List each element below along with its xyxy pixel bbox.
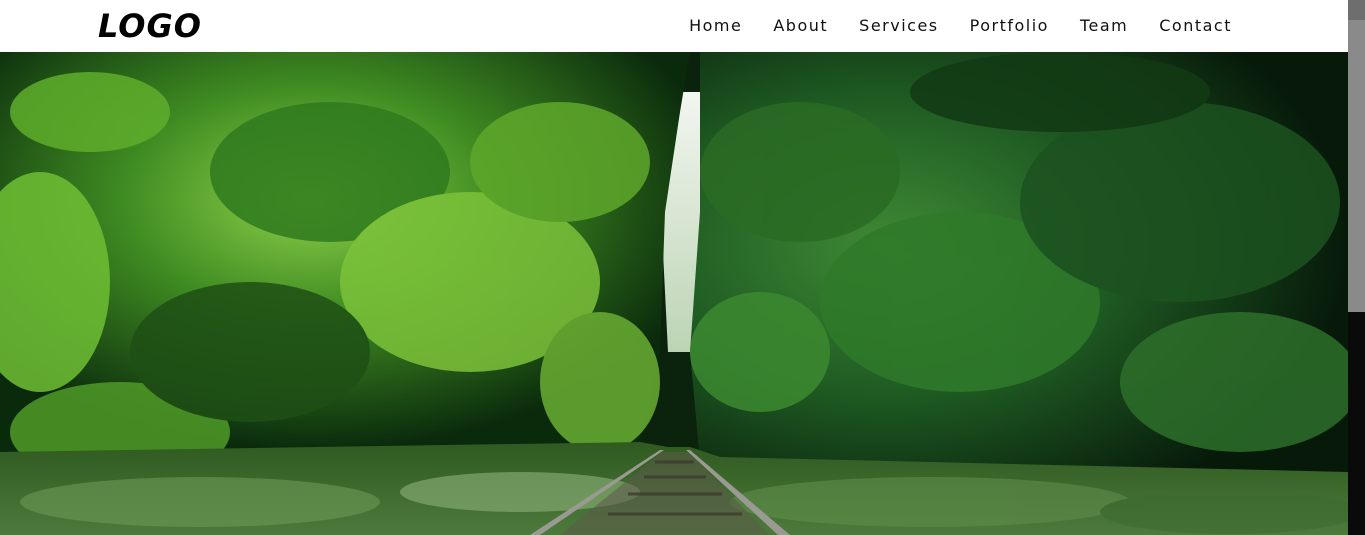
hero-banner <box>0 52 1348 535</box>
nav-team[interactable]: Team <box>1080 14 1128 38</box>
logo[interactable]: LOGO <box>98 6 202 46</box>
nav-home[interactable]: Home <box>689 14 742 38</box>
nav-about[interactable]: About <box>773 14 828 38</box>
site-header: LOGO Home About Services Portfolio Team … <box>0 0 1348 52</box>
scroll-thumb[interactable] <box>1348 0 1365 312</box>
nav-contact[interactable]: Contact <box>1159 14 1232 38</box>
hero-forest-railway-image <box>0 52 1348 535</box>
nav-services[interactable]: Services <box>859 14 938 38</box>
vertical-scrollbar[interactable] <box>1348 0 1365 535</box>
scroll-up-arrow[interactable] <box>1348 0 1365 20</box>
nav-portfolio[interactable]: Portfolio <box>970 14 1049 38</box>
page: LOGO Home About Services Portfolio Team … <box>0 0 1365 535</box>
main-nav: Home About Services Portfolio Team Conta… <box>689 14 1232 38</box>
